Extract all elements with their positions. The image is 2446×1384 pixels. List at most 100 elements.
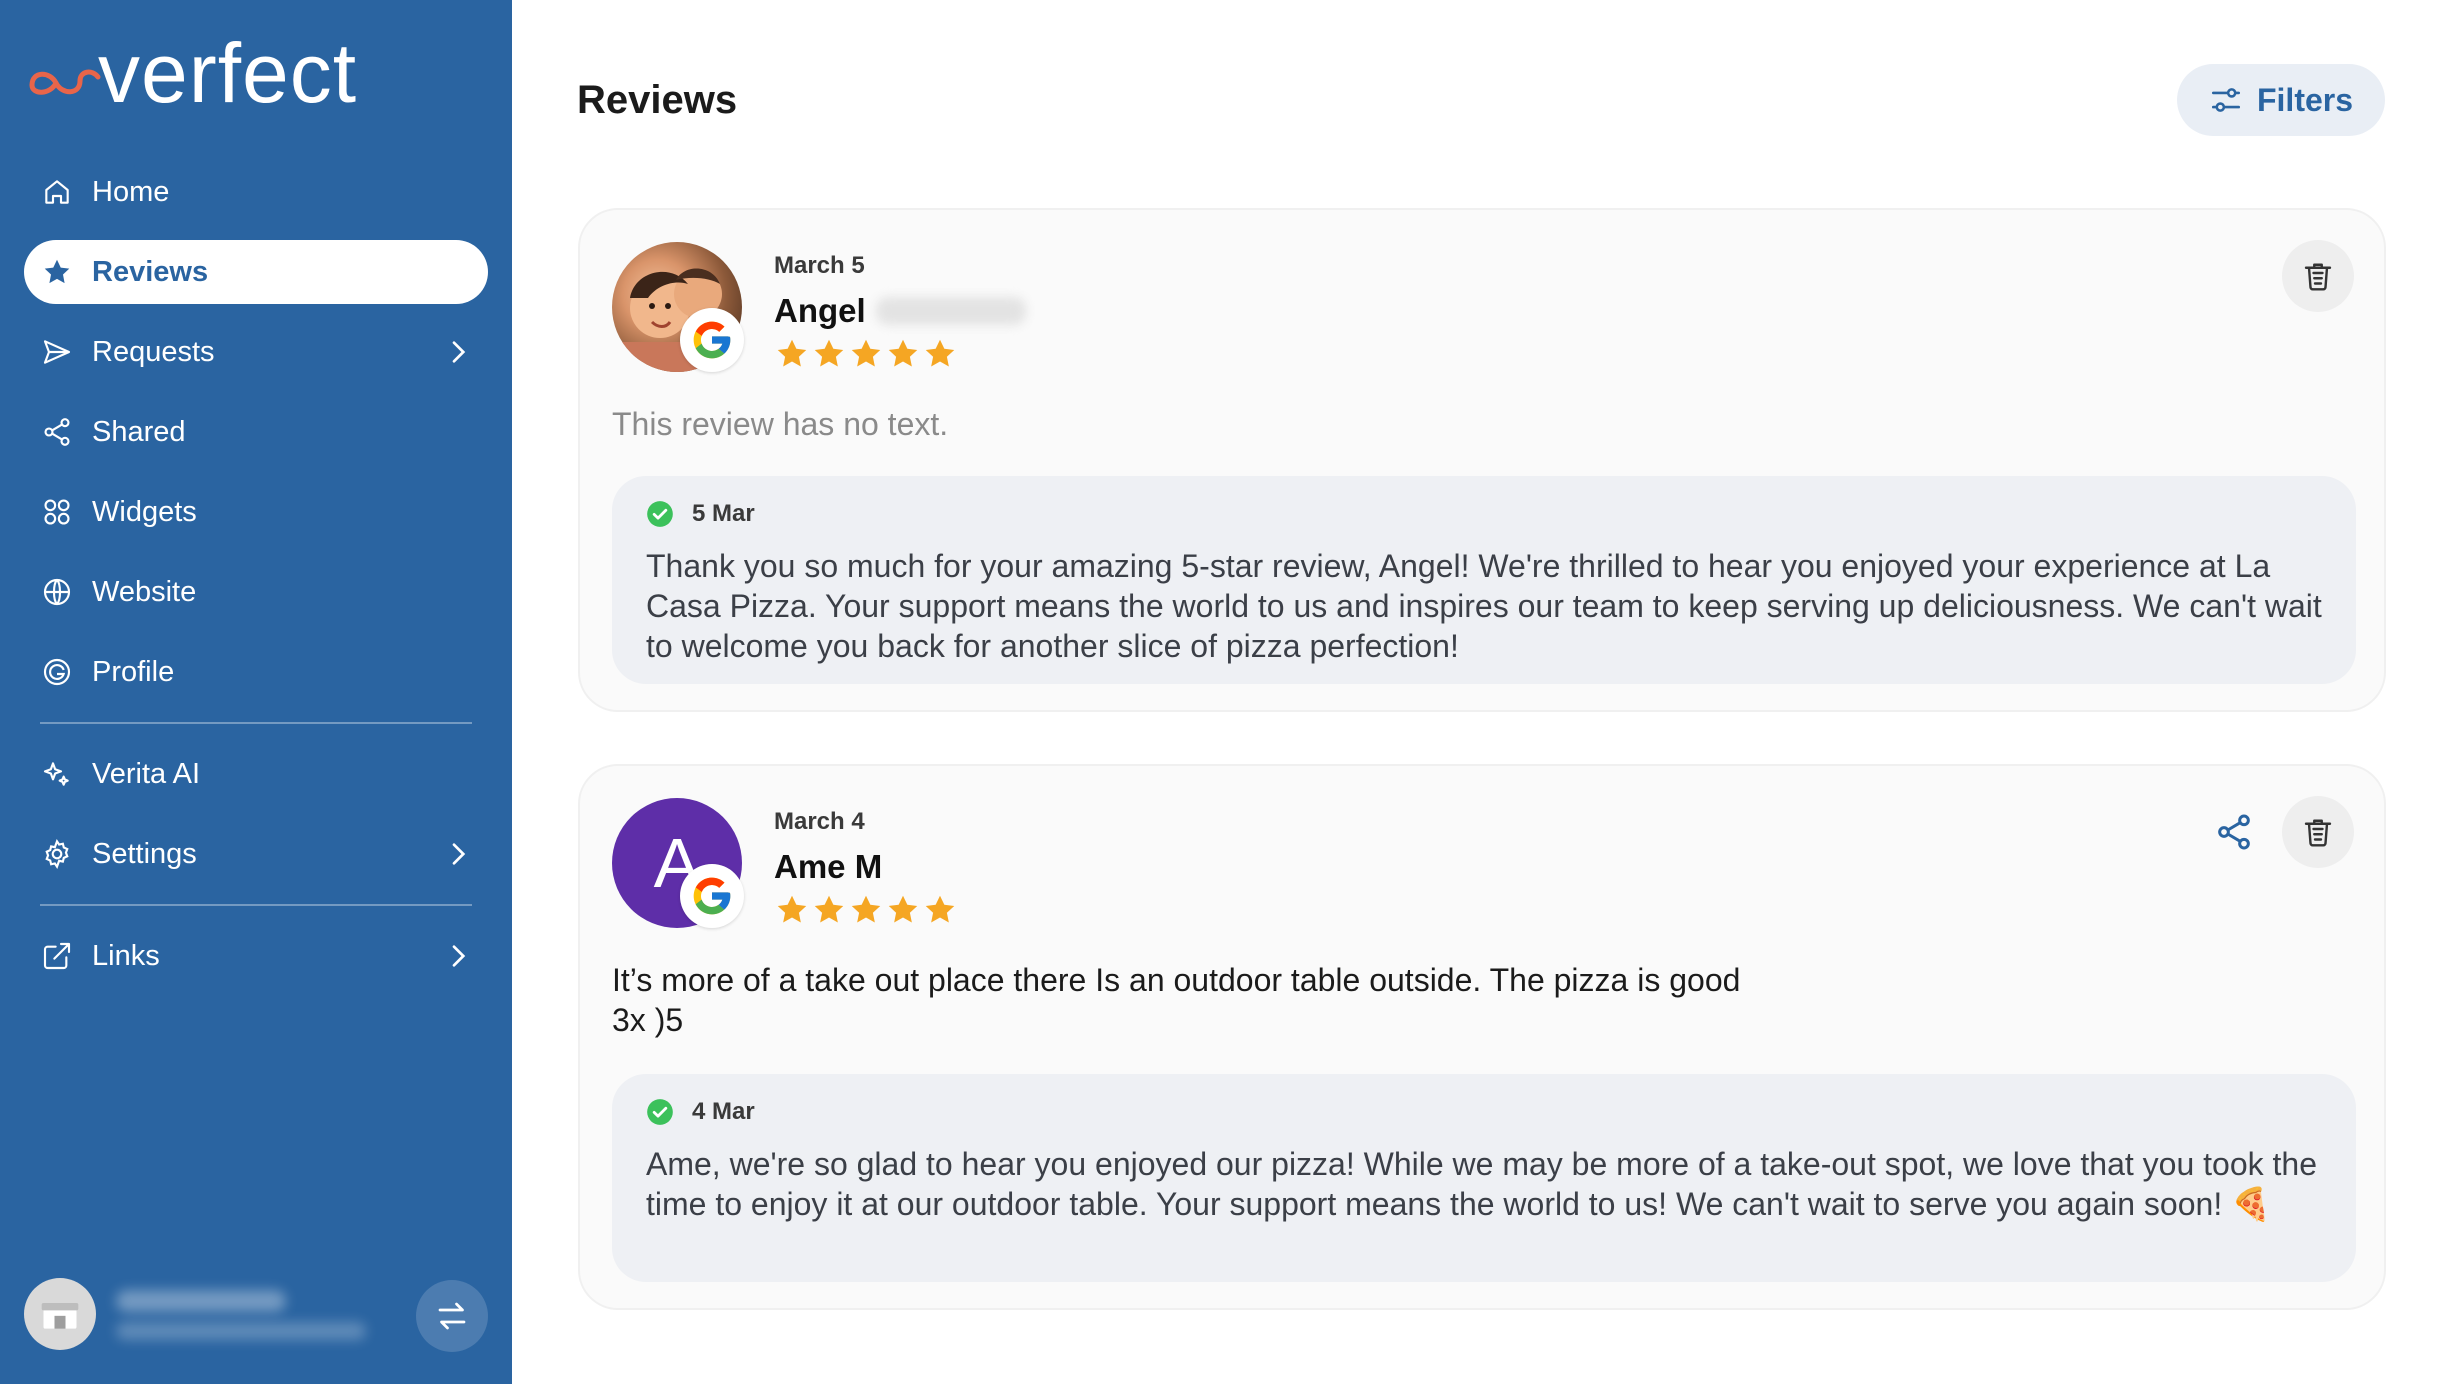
user-email-redacted (116, 1322, 366, 1340)
star-icon (777, 339, 807, 367)
star-icon (814, 339, 844, 367)
reply-header: 4 Mar (646, 1094, 2322, 1130)
delete-button[interactable] (2282, 240, 2354, 312)
sidebar-item-profile[interactable]: Profile (24, 640, 488, 704)
reply-text: Thank you so much for your amazing 5-sta… (646, 548, 2322, 664)
check-circle-icon (647, 501, 673, 527)
sidebar-item-home[interactable]: Home (24, 160, 488, 224)
brand-logo[interactable]: verfect (26, 28, 357, 118)
star-rating (774, 892, 959, 928)
owner-reply: 5 Mar Thank you so much for your amazing… (612, 476, 2356, 684)
google-icon (40, 655, 74, 689)
filters-label: Filters (2256, 81, 2354, 118)
reviewer-name: Ame M (774, 848, 959, 886)
sidebar-item-links[interactable]: Links (24, 924, 488, 988)
user-account[interactable] (24, 1278, 488, 1352)
filters-button[interactable]: Filters (2177, 64, 2385, 136)
sidebar: verfect Home Reviews Requests Shared Wid… (0, 0, 512, 1384)
sidebar-item-shared[interactable]: Shared (24, 400, 488, 464)
chevron-right-icon (452, 843, 466, 865)
review-text: It’s more of a take out place there Is a… (612, 962, 1741, 1038)
trash-icon (2304, 819, 2332, 847)
review-card: A March 4 Ame M It’s more of a take out … (578, 764, 2386, 1310)
sidebar-item-verita-ai[interactable]: Verita AI (24, 742, 488, 806)
sidebar-item-label: Shared (92, 415, 186, 448)
review-text: This review has no text. (612, 406, 949, 442)
logo-text: verfect (98, 26, 358, 120)
nav-divider (40, 722, 472, 724)
review-date: March 5 (774, 252, 865, 279)
sidebar-item-label: Profile (92, 655, 175, 688)
reviewer-name: Angel (774, 292, 1026, 330)
review-card: March 5 Angel This review has no text. 5… (578, 208, 2386, 712)
star-icon (888, 895, 918, 923)
star-icon (777, 895, 807, 923)
gear-icon (40, 837, 74, 871)
sparkle-icon (40, 757, 74, 791)
star-icon (40, 255, 74, 289)
star-icon (851, 339, 881, 367)
user-name-redacted (116, 1290, 286, 1312)
review-date: March 4 (774, 808, 865, 835)
sidebar-item-label: Settings (92, 837, 197, 870)
external-link-icon (40, 939, 74, 973)
filter-sliders-icon (2211, 88, 2241, 112)
app: verfect Home Reviews Requests Shared Wid… (0, 0, 2446, 1384)
review-meta: March 5 Angel (774, 252, 1026, 372)
share-icon (40, 415, 74, 449)
avatar[interactable] (24, 1278, 96, 1350)
google-logo-icon (693, 877, 731, 915)
sidebar-item-label: Verita AI (92, 757, 201, 790)
sidebar-nav: Home Reviews Requests Shared Widgets Web… (24, 160, 488, 1004)
share-icon (2218, 814, 2250, 850)
reply-date: 4 Mar (692, 1098, 755, 1125)
review-meta: March 4 Ame M (774, 808, 959, 928)
store-icon (41, 1303, 79, 1329)
star-rating (774, 336, 1026, 372)
chevron-right-icon (452, 945, 466, 967)
widgets-icon (40, 495, 74, 529)
main-content: Reviews Filters March 5 Angel This revie… (512, 0, 2446, 1384)
sidebar-item-label: Website (92, 575, 197, 608)
swap-icon (438, 1302, 466, 1330)
google-logo-icon (693, 321, 731, 359)
chevron-right-icon (452, 341, 466, 363)
sidebar-item-label: Links (92, 939, 160, 972)
sidebar-item-label: Home (92, 175, 170, 208)
reply-date: 5 Mar (692, 500, 755, 527)
google-source-badge (680, 864, 744, 928)
nav-divider (40, 904, 472, 906)
check-circle-icon (647, 1099, 673, 1125)
switch-account-button[interactable] (416, 1280, 488, 1352)
sidebar-item-website[interactable]: Website (24, 560, 488, 624)
send-icon (40, 335, 74, 369)
star-icon (888, 339, 918, 367)
home-icon (40, 175, 74, 209)
sidebar-item-requests[interactable]: Requests (24, 320, 488, 384)
star-icon (814, 895, 844, 923)
share-button[interactable] (2202, 800, 2266, 864)
reply-header: 5 Mar (646, 496, 2322, 532)
google-source-badge (680, 308, 744, 372)
review-actions (2282, 240, 2354, 312)
sidebar-item-label: Widgets (92, 495, 197, 528)
globe-icon (40, 575, 74, 609)
star-icon (925, 339, 955, 367)
sidebar-item-widgets[interactable]: Widgets (24, 480, 488, 544)
reviewer-first-name: Angel (774, 292, 866, 329)
sidebar-item-settings[interactable]: Settings (24, 822, 488, 886)
star-icon (925, 895, 955, 923)
owner-reply: 4 Mar Ame, we're so glad to hear you enj… (612, 1074, 2356, 1282)
star-icon (851, 895, 881, 923)
reply-text: Ame, we're so glad to hear you enjoyed o… (646, 1146, 2317, 1222)
sidebar-item-label: Reviews (92, 255, 209, 288)
delete-button[interactable] (2282, 796, 2354, 868)
sidebar-item-reviews[interactable]: Reviews (24, 240, 488, 304)
page-title: Reviews (577, 78, 738, 122)
trash-icon (2304, 263, 2332, 291)
logo-mark-icon (29, 69, 101, 95)
sidebar-item-label: Requests (92, 335, 215, 368)
reviewer-full-name: Ame M (774, 848, 883, 885)
reviewer-surname-redacted (875, 297, 1026, 325)
review-actions (2202, 796, 2354, 868)
